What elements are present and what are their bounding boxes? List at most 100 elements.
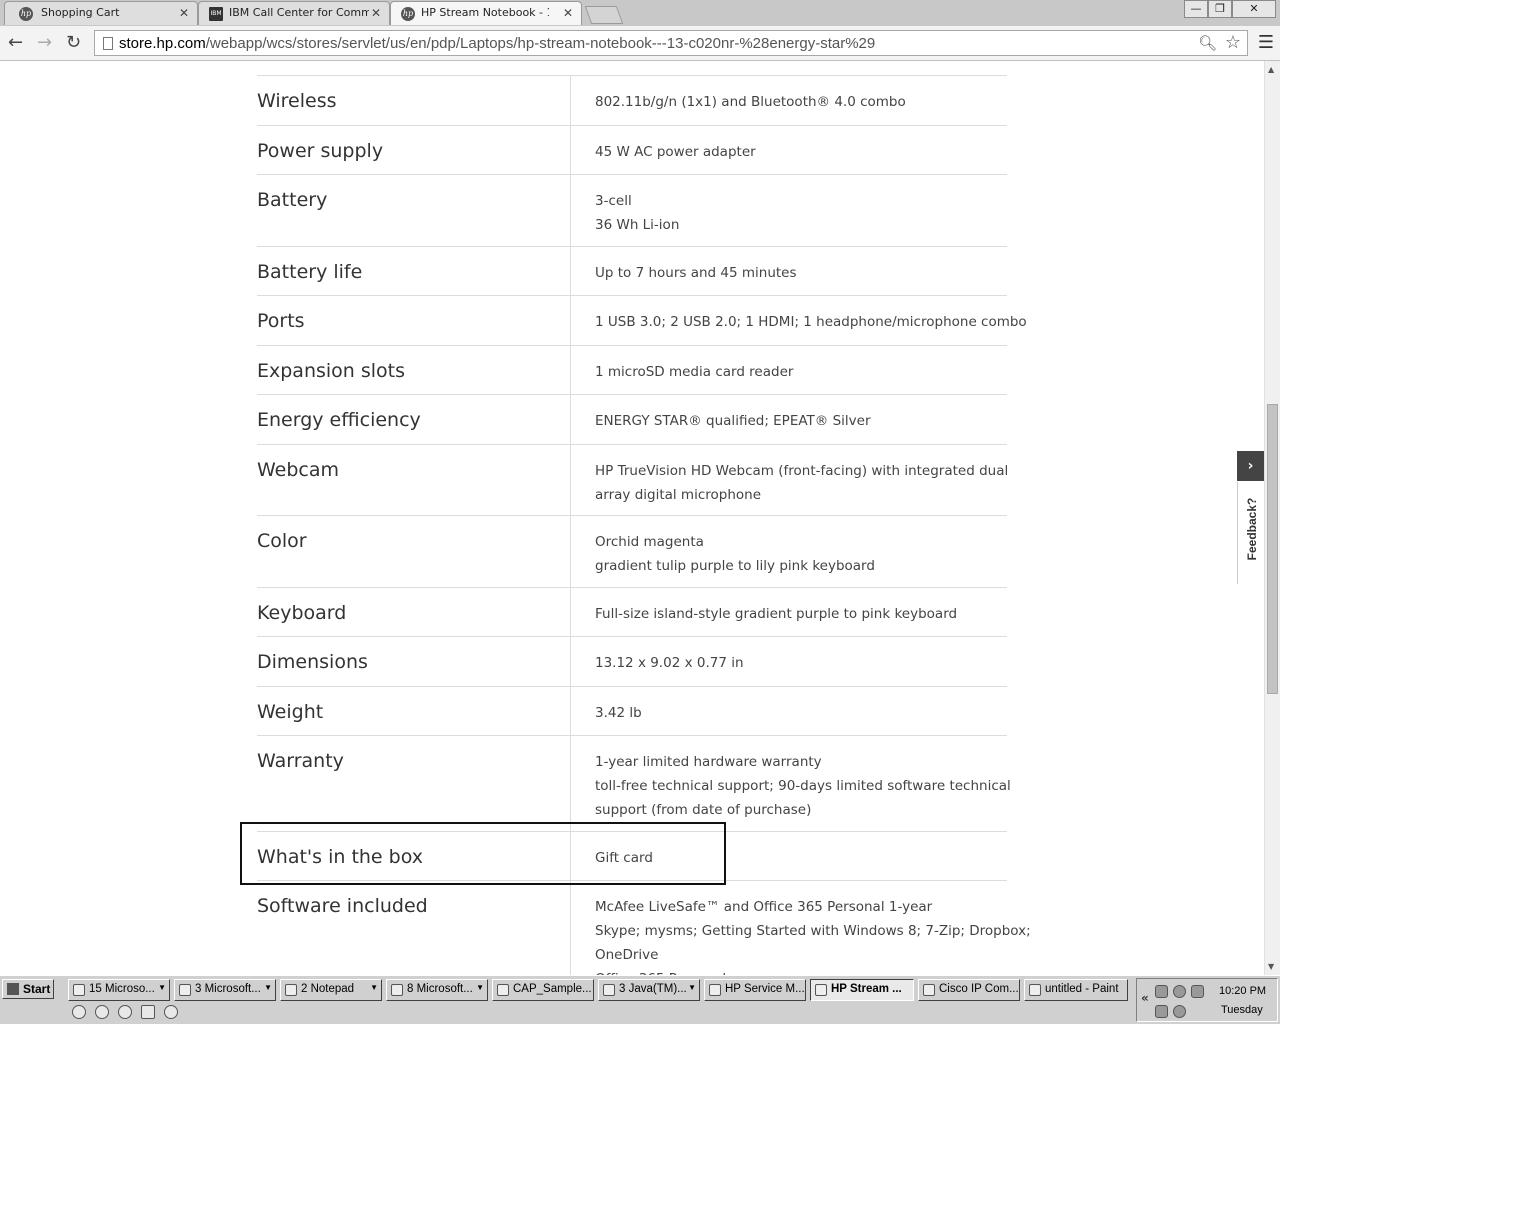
taskbar-button[interactable]: Cisco IP Com... [918,979,1020,1001]
column-divider [570,881,571,975]
spec-value-line: Skype; mysms; Getting Started with Windo… [595,923,1031,939]
tab-label: IBM Call Center for Commerce [229,6,369,19]
vertical-scrollbar[interactable]: ▲ ▼ [1264,61,1280,975]
spec-value-line: gradient tulip purple to lily pink keybo… [595,558,875,574]
spec-value-line: 3-cell [595,193,632,209]
feedback-tab[interactable]: Feedback? [1237,482,1264,584]
column-divider [570,445,571,516]
scroll-up-arrow-icon[interactable]: ▲ [1268,65,1274,74]
spec-value: 13.12 x 9.02 x 0.77 in [595,651,744,675]
back-arrow-icon[interactable]: ← [8,32,23,53]
tab-ibm-call-center[interactable]: IBM IBM Call Center for Commerce ✕ [198,1,390,25]
spec-label: Software included [257,895,428,917]
forward-arrow-icon[interactable]: → [37,32,52,53]
taskbar-button[interactable]: HP Service M... [704,979,806,1001]
reload-icon[interactable]: ↻ [66,32,81,53]
quicklaunch-ie-icon[interactable] [95,1005,109,1019]
restore-button[interactable]: ❐ [1208,0,1232,18]
column-divider [570,687,571,736]
page-icon [103,37,113,50]
spec-value: HP TrueVision HD Webcam (front-facing) w… [595,459,1008,507]
bookmark-star-icon[interactable]: ☆ [1225,32,1241,53]
spec-value-line: toll-free technical support; 90-days lim… [595,778,1011,794]
spec-value: 45 W AC power adapter [595,140,756,164]
spec-label: Weight [257,701,324,723]
spec-row: Battery life Up to 7 hours and 45 minutes [257,246,1007,296]
close-window-button[interactable]: ✕ [1232,0,1276,18]
tab-label: Shopping Cart [41,6,120,19]
column-divider [570,296,571,346]
notification-icon[interactable] [1155,1005,1168,1018]
column-divider [570,346,571,395]
ibm-logo-icon: IBM [209,7,223,21]
spec-row: Energy efficiency ENERGY STAR® qualified;… [257,394,1007,445]
taskbar-button[interactable]: CAP_Sample... [492,979,594,1001]
scroll-down-arrow-icon[interactable]: ▼ [1268,962,1274,971]
spec-value: Orchid magenta gradient tulip purple to l… [595,530,875,578]
app-icon [1029,984,1041,996]
tab-shopping-cart[interactable]: hp Shopping Cart ✕ [4,1,198,25]
taskbar-button-label: HP Service M... [725,983,805,995]
close-tab-icon[interactable]: ✕ [371,6,381,20]
spec-row: Wireless 802.11b/g/n (1x1) and Bluetooth®… [257,75,1007,126]
taskbar-button[interactable]: 2 Notepad ▼ [280,979,382,1001]
taskbar-button[interactable]: 3 Microsoft... ▼ [174,979,276,1001]
network-icon[interactable] [1155,985,1168,998]
url-path: /webapp/wcs/stores/servlet/us/en/pdp/Lap… [205,35,876,52]
spec-value: Full-size island-style gradient purple t… [595,602,957,626]
taskbar-button[interactable]: HP Stream ... [810,979,914,1001]
spec-value-line: 36 Wh Li-ion [595,217,680,233]
tray-expand-icon[interactable]: « [1141,991,1149,1005]
spec-value: 3-cell 36 Wh Li-ion [595,189,679,237]
tab-label: HP Stream Notebook - 13-c020nr [421,6,549,19]
taskbar-button-label: 15 Microso... [89,983,155,995]
windows-taskbar: Start 15 Microso... ▼ 3 Microsoft... ▼ 2 Not… [0,975,1280,1024]
spec-value-line: 13.12 x 9.02 x 0.77 in [595,655,744,671]
start-button[interactable]: Start [2,979,54,999]
app-icon [923,984,935,996]
spec-row: Power supply 45 W AC power adapter [257,125,1007,175]
spec-row: Keyboard Full-size island-style gradient … [257,587,1007,637]
spec-label: Wireless [257,90,337,112]
taskbar-button[interactable]: 8 Microsoft... ▼ [386,979,488,1001]
printer-icon[interactable] [1191,985,1204,998]
spec-value: 1 USB 3.0; 2 USB 2.0; 1 HDMI; 1 headphon… [595,310,1027,334]
taskbar-button-label: untitled - Paint [1045,983,1119,995]
menu-icon[interactable]: ☰ [1258,32,1274,53]
close-tab-icon[interactable]: ✕ [563,6,573,20]
spec-label: Battery [257,189,328,211]
spec-row: Software included McAfee LiveSafe™ and Of… [257,880,1031,975]
quicklaunch-app-icon[interactable] [118,1005,132,1019]
quicklaunch-chrome-icon[interactable] [72,1005,86,1019]
scroll-thumb[interactable] [1267,404,1278,694]
minimize-button[interactable]: — [1184,0,1208,18]
quicklaunch-media-icon[interactable] [164,1005,178,1019]
spec-value-line: support (from date of purchase) [595,802,812,818]
spec-value: 3.42 lb [595,701,642,725]
taskbar-button[interactable]: 15 Microso... ▼ [68,979,170,1001]
tray-app-icon[interactable] [1173,985,1186,998]
spec-value-line: Office 365 Personal [595,967,1031,975]
taskbar-button[interactable]: untitled - Paint [1024,979,1128,1001]
new-tab-button[interactable] [584,6,624,24]
clock-day: Tuesday [1221,1004,1263,1016]
close-tab-icon[interactable]: ✕ [179,6,189,20]
taskbar-button[interactable]: 3 Java(TM)... ▼ [598,979,700,1001]
column-divider [570,76,571,126]
app-icon [179,984,191,996]
app-icon [285,984,297,996]
spec-value-line: 802.11b/g/n (1x1) and Bluetooth® 4.0 com… [595,94,906,110]
spec-value: 1-year limited hardware warranty toll-fre… [595,750,1011,822]
search-icon[interactable]: 🔍︎ [1198,34,1217,52]
spec-label: Dimensions [257,651,368,673]
dropdown-arrow-icon: ▼ [158,983,166,992]
column-divider [570,588,571,637]
app-icon [497,984,509,996]
address-bar[interactable]: store.hp.com/webapp/wcs/stores/servlet/u… [94,30,1248,56]
spec-row: Dimensions 13.12 x 9.02 x 0.77 in [257,636,1007,687]
feedback-chevron-button[interactable]: › [1237,451,1264,481]
quicklaunch-outlook-icon[interactable] [141,1005,155,1019]
spec-value-line: 1-year limited hardware warranty [595,754,822,770]
tab-hp-stream-notebook[interactable]: hp HP Stream Notebook - 13-c020nr ✕ [390,1,582,25]
security-icon[interactable] [1173,1005,1186,1018]
